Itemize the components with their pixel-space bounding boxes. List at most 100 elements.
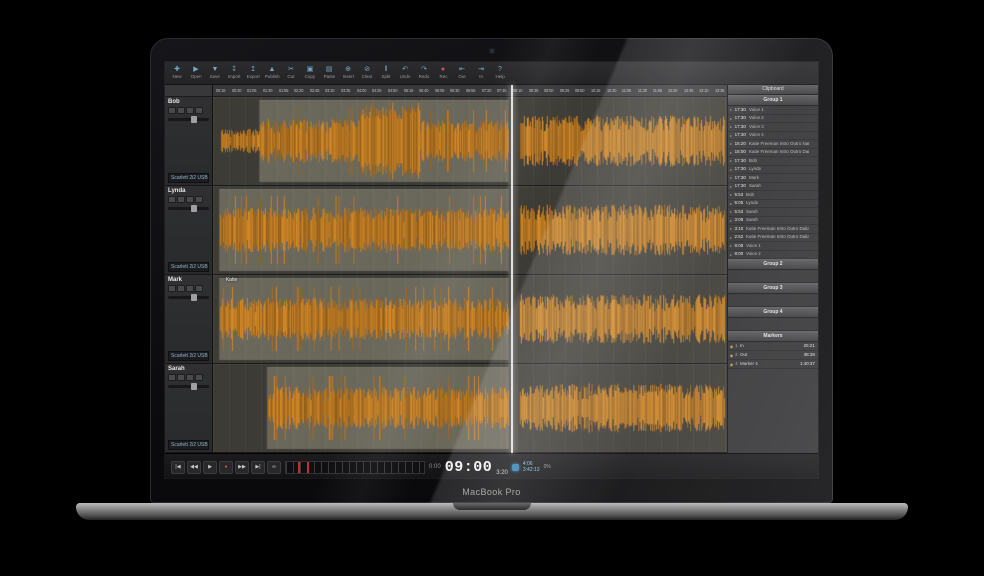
mute-button[interactable] <box>186 374 194 381</box>
input-device-select[interactable]: Scarlett 2i2 USB 1 ▾ <box>168 351 209 361</box>
transport-button[interactable]: |◀ <box>171 460 185 474</box>
transport-mini-timeline[interactable] <box>285 460 425 474</box>
track-header[interactable]: Sarah Scarlett 2i2 USB 1 <box>165 364 212 453</box>
marker-item[interactable]: ◆ 4 Marker 4 1:40:37 <box>728 360 818 369</box>
toolbar-button[interactable]: ↧ Import <box>225 66 243 80</box>
group-4-empty <box>728 318 818 331</box>
toolbar-button[interactable]: ↥ Export <box>244 66 262 80</box>
track-lane[interactable]: Katie <box>213 275 727 364</box>
volume-knob[interactable] <box>190 383 197 390</box>
clipboard-item-time: 17:30 <box>734 124 746 130</box>
transport-button[interactable]: ▶ <box>203 460 217 474</box>
transport-button[interactable]: ● <box>219 460 233 474</box>
clipboard-item[interactable]: ▸ 17:30 Sarah <box>728 182 818 191</box>
toolbar-button[interactable]: ✂ Cut <box>282 66 300 80</box>
record-arm-button[interactable] <box>168 285 176 292</box>
clipboard-item[interactable]: ▸ 3:08 Sarah <box>728 216 818 225</box>
toolbar-button[interactable]: ▣ Copy <box>301 66 319 80</box>
toolbar-button[interactable]: ↶ Undo <box>396 66 414 80</box>
clipboard-item[interactable]: ▸ 17:30 Voice 2 <box>728 114 818 123</box>
group-3-header[interactable]: Group 3 <box>728 283 818 294</box>
fx-button[interactable] <box>195 196 203 203</box>
clipboard-item[interactable]: ▸ 8:08 Voice 1 <box>728 242 818 251</box>
timecode-sub: 3:20 <box>496 470 508 476</box>
playhead[interactable] <box>511 85 514 453</box>
toolbar-button[interactable]: ✚ New <box>168 66 186 80</box>
clipboard-item[interactable]: ▸ 17:30 Lynda <box>728 165 818 174</box>
toolbar-label: Copy <box>304 74 316 80</box>
panel-empty-area <box>728 369 818 453</box>
group-4-header[interactable]: Group 4 <box>728 307 818 318</box>
toolbar-button[interactable]: ⇤ Out <box>453 66 471 80</box>
clipboard-item[interactable]: ▸ 5:53 Bob <box>728 191 818 200</box>
record-arm-button[interactable] <box>168 374 176 381</box>
record-arm-button[interactable] <box>168 196 176 203</box>
track-header[interactable]: Mark Scarlett 2i2 USB 1 <box>165 275 212 364</box>
clipboard-item[interactable]: ▸ 17:30 Voice 1 <box>728 106 818 115</box>
volume-knob[interactable] <box>190 116 197 123</box>
triangle-icon: ▸ <box>730 234 733 240</box>
toolbar-button[interactable]: ⊕ Insert <box>339 66 357 80</box>
fx-button[interactable] <box>195 285 203 292</box>
clipboard-item[interactable]: ▸ 17:30 Voice 4 <box>728 131 818 140</box>
record-arm-button[interactable] <box>168 107 176 114</box>
transport-button[interactable]: ▶▶ <box>235 460 249 474</box>
solo-button[interactable] <box>177 285 185 292</box>
toolbar-button[interactable]: ▤ Paste <box>320 66 338 80</box>
volume-slider[interactable] <box>168 116 209 123</box>
time-ruler[interactable]: 00:15 00:40 01:05 01:30 01:55 02:20 02:45 03:10… <box>213 85 727 97</box>
clipboard-item[interactable]: ▸ 17:30 Voice 3 <box>728 123 818 132</box>
solo-button[interactable] <box>177 107 185 114</box>
solo-button[interactable] <box>177 374 185 381</box>
track-header[interactable]: Bob Scarlett 2i2 USB 1 <box>165 97 212 186</box>
mute-button[interactable] <box>186 107 194 114</box>
triangle-icon: ▸ <box>730 183 733 189</box>
mute-button[interactable] <box>186 285 194 292</box>
solo-button[interactable] <box>177 196 185 203</box>
transport-button[interactable]: ◀◀ <box>187 460 201 474</box>
clipboard-item[interactable]: ▸ 5:53 Sarah <box>728 208 818 217</box>
toolbar-button[interactable]: ↷ Redo <box>415 66 433 80</box>
main-area: Bob Scarlett 2i2 USB 1 Lynda Scarlett 2i… <box>165 85 818 453</box>
toolbar-button[interactable]: ‖ Split <box>377 66 395 80</box>
group-2-header[interactable]: Group 2 <box>728 259 818 270</box>
track-lane[interactable] <box>213 364 727 453</box>
toolbar-button[interactable]: ⊘ Clear <box>358 66 376 80</box>
clipboard-item[interactable]: ▸ 3:10 Katie Freeman Intro Outro Daila <box>728 225 818 234</box>
input-device-select[interactable]: Scarlett 2i2 USB 1 ▾ <box>168 262 209 272</box>
markers-header[interactable]: Markers <box>728 331 818 342</box>
transport-button[interactable]: ∞ <box>267 460 281 474</box>
toolbar-button[interactable]: ? Help <box>491 66 509 80</box>
marker-item[interactable]: ◆ 2 Out 38:39 <box>728 351 818 360</box>
volume-knob[interactable] <box>190 205 197 212</box>
marker-list: ◆ 1 In 25:21 ◆ 2 Out 38:39 ◆ 4 Marker 4 … <box>728 342 818 369</box>
clipboard-item[interactable]: ▸ 17:30 Bob <box>728 157 818 166</box>
volume-slider[interactable] <box>168 294 209 301</box>
group-1-header[interactable]: Group 1 <box>728 95 818 106</box>
input-device-select[interactable]: Scarlett 2i2 USB 1 ▾ <box>168 173 209 183</box>
toolbar-button[interactable]: ▲ Publish <box>263 66 281 80</box>
clipboard-item[interactable]: ▸ 17:30 Mark <box>728 174 818 183</box>
mute-button[interactable] <box>186 196 194 203</box>
toolbar-button[interactable]: ▶ Open <box>187 66 205 80</box>
clipboard-item-time: 15:00 <box>734 149 746 155</box>
volume-slider[interactable] <box>168 205 209 212</box>
marker-item[interactable]: ◆ 1 In 25:21 <box>728 342 818 351</box>
toolbar-button[interactable]: ● Rec <box>434 66 452 80</box>
clipboard-item[interactable]: ▸ 5:05 Lynda <box>728 199 818 208</box>
transport-button[interactable]: ▶| <box>251 460 265 474</box>
track-lane[interactable] <box>213 97 727 186</box>
track-header[interactable]: Lynda Scarlett 2i2 USB 1 <box>165 186 212 275</box>
toolbar-button[interactable]: ⇥ In <box>472 66 490 80</box>
volume-slider[interactable] <box>168 383 209 390</box>
toolbar-button[interactable]: ▼ Save <box>206 66 224 80</box>
track-lane[interactable] <box>213 186 727 275</box>
fx-button[interactable] <box>195 374 203 381</box>
clipboard-item[interactable]: ▸ 2:52 Katie Freeman Intro Outro Daila <box>728 233 818 242</box>
volume-knob[interactable] <box>190 294 197 301</box>
fx-button[interactable] <box>195 107 203 114</box>
clipboard-item[interactable]: ▸ 15:20 Katie Freeman Intro Outro Nat <box>728 140 818 149</box>
clipboard-item[interactable]: ▸ 15:00 Katie Freeman Intro Outro Daila <box>728 148 818 157</box>
clipboard-item[interactable]: ▸ 8:00 Voice 2 <box>728 250 818 259</box>
input-device-select[interactable]: Scarlett 2i2 USB 1 ▾ <box>168 440 209 450</box>
